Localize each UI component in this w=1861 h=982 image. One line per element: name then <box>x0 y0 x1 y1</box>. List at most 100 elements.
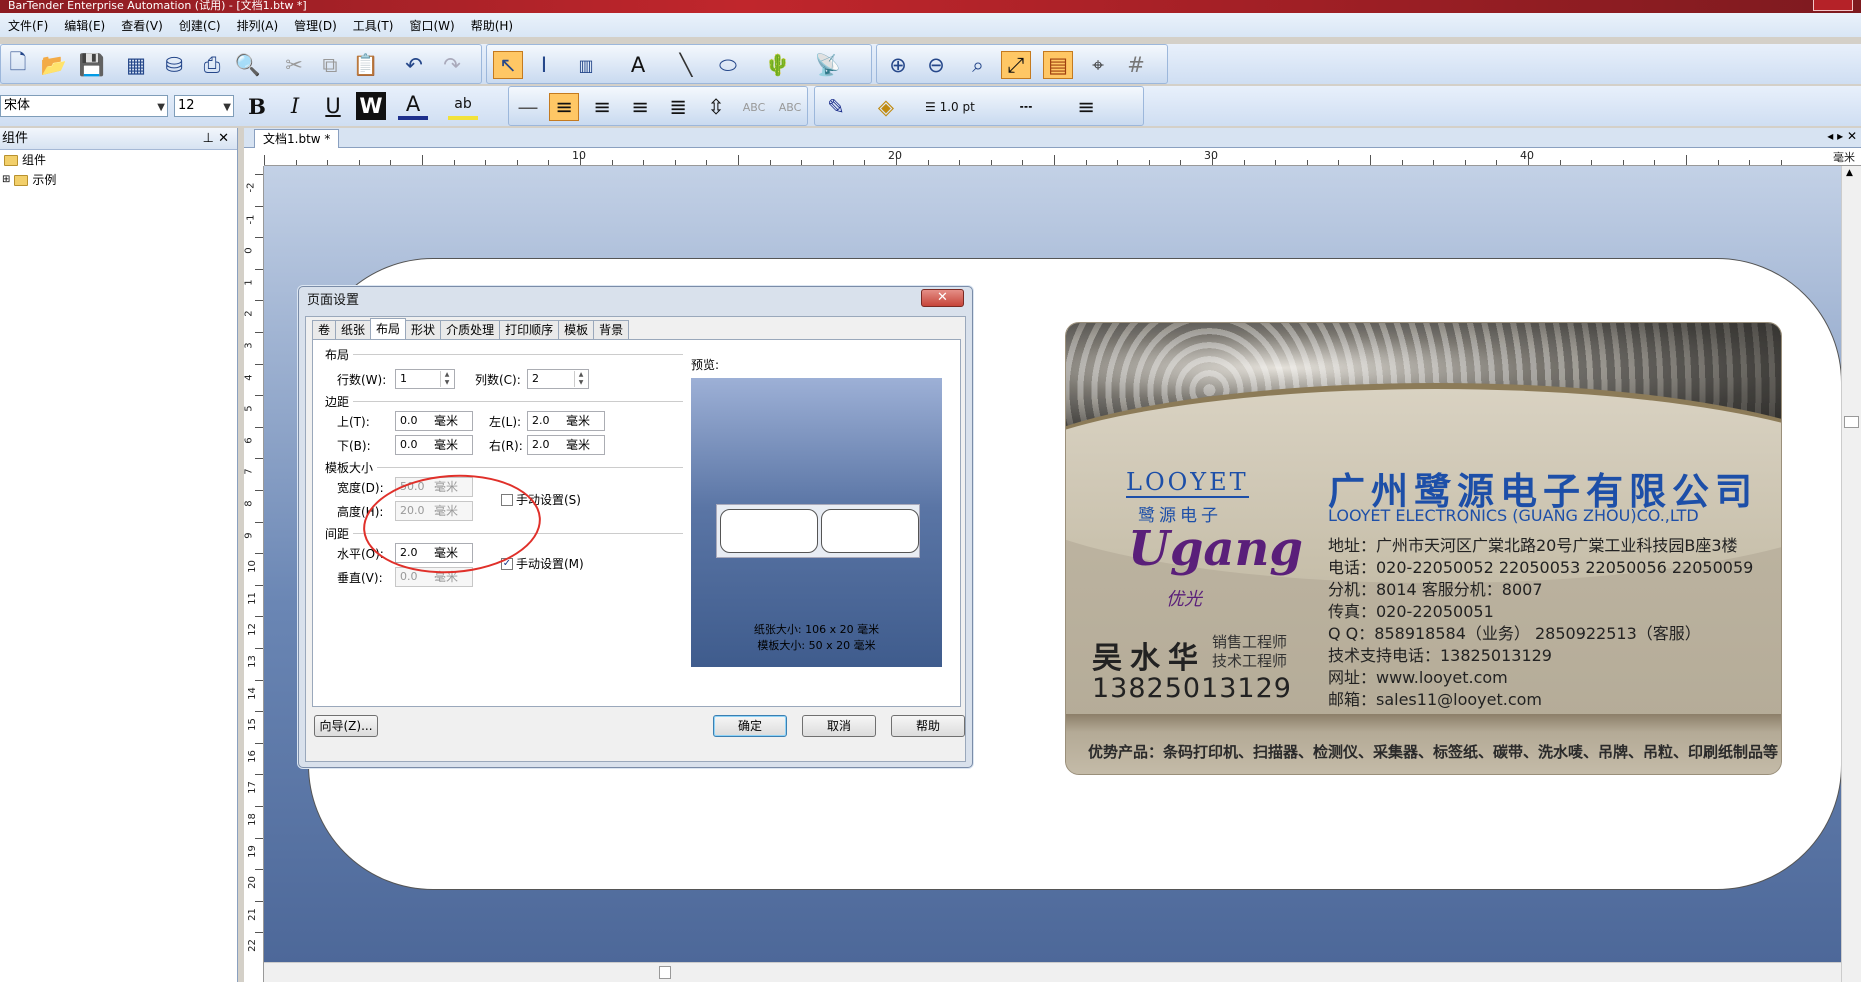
text-arc-down-icon[interactable]: ABC <box>775 93 805 121</box>
fit-page-icon[interactable]: ⤢ <box>1001 51 1031 79</box>
tab-media[interactable]: 介质处理 <box>440 320 501 339</box>
menu-create[interactable]: 创建(C) <box>171 17 229 34</box>
align-center-icon[interactable]: ≡ <box>587 93 617 121</box>
menu-help[interactable]: 帮助(H) <box>463 17 521 34</box>
tab-paper[interactable]: 纸张 <box>335 320 372 339</box>
spinner-icon[interactable]: ▲ ▼ <box>440 371 453 387</box>
close-icon[interactable]: ✕ <box>921 289 964 307</box>
rows-input[interactable]: 1 ▲ ▼ <box>395 369 455 389</box>
address: 地址：广州市天河区广棠北路20号广棠工业科技园B座3楼 <box>1328 536 1738 555</box>
manual-spacing-checkbox[interactable]: ✓ 手动设置(M) <box>501 555 584 572</box>
redo-icon[interactable]: ↷ <box>437 51 467 79</box>
highlight-icon[interactable]: ab <box>448 92 478 120</box>
window-controls[interactable] <box>1813 0 1853 11</box>
zoom-window-icon[interactable]: ⌕ <box>963 51 993 79</box>
spinner-icon[interactable]: ▲ ▼ <box>574 371 587 387</box>
wizard-button[interactable]: 向导(Z)... <box>314 715 378 737</box>
tab-template[interactable]: 模板 <box>558 320 595 339</box>
menu-manage[interactable]: 管理(D) <box>286 17 345 34</box>
rfid-icon[interactable]: 📡 <box>813 51 843 79</box>
tab-shape[interactable]: 形状 <box>405 320 442 339</box>
line-color-icon[interactable]: ✎ <box>821 93 851 121</box>
cols-input[interactable]: 2 ▲ ▼ <box>527 369 589 389</box>
fit-text-icon[interactable]: ⇳ <box>701 93 731 121</box>
line-end-icon[interactable]: ≡ <box>1071 93 1101 121</box>
bottom-margin-input[interactable]: 0.0 毫米 <box>395 435 473 455</box>
tab-print-order[interactable]: 打印顺序 <box>499 320 560 339</box>
print-icon[interactable]: ⎙ <box>197 51 227 79</box>
font-size-select[interactable]: 12 ▼ <box>174 95 234 117</box>
undo-icon[interactable]: ↶ <box>399 51 429 79</box>
ruler-tick <box>453 160 455 165</box>
align-icon[interactable]: ⌖ <box>1083 51 1113 79</box>
tab-document1[interactable]: 文档1.btw * <box>254 129 340 148</box>
tree-item-examples[interactable]: ⊞ 示例 <box>0 170 237 190</box>
cancel-button[interactable]: 取消 <box>802 715 876 737</box>
reverse-text-icon[interactable]: W <box>356 92 386 120</box>
new-file-icon[interactable]: 🗋 <box>3 50 33 79</box>
right-margin-label: 右(R): <box>489 439 523 453</box>
picture-tool-icon[interactable]: 🌵 <box>763 51 793 79</box>
divider-line-icon[interactable]: — <box>513 93 543 121</box>
tab-layout[interactable]: 布局 <box>370 318 407 339</box>
justify-icon[interactable]: ≣ <box>663 93 693 121</box>
zoom-out-icon[interactable]: ⊖ <box>921 51 951 79</box>
select-arrow-icon[interactable]: ↖ <box>493 51 523 79</box>
line-width-select[interactable]: ☰ 1.0 pt <box>925 93 995 121</box>
grid-icon[interactable]: # <box>1121 51 1151 79</box>
text-cursor-icon[interactable]: I <box>529 51 559 79</box>
page-layout-icon[interactable]: ▤ <box>1043 51 1073 79</box>
zoom-in-icon[interactable]: ⊕ <box>883 51 913 79</box>
save-icon[interactable]: 💾 <box>77 51 107 79</box>
cut-icon[interactable]: ✂ <box>279 51 309 79</box>
copy-icon[interactable]: ⧉ <box>315 51 345 79</box>
shape-tool-icon[interactable]: ⬭ <box>713 51 743 79</box>
left-margin-input[interactable]: 2.0 毫米 <box>527 411 605 431</box>
scroll-up-icon[interactable]: ▲ <box>1846 168 1853 178</box>
group-line <box>353 401 683 402</box>
table-icon[interactable]: ▦ <box>121 51 151 79</box>
database-icon[interactable]: ⛁ <box>159 51 189 79</box>
menu-tools[interactable]: 工具(T) <box>345 17 402 34</box>
tab-nav-icons[interactable]: ◂ ▸ ✕ <box>1827 129 1857 143</box>
open-folder-icon[interactable]: 📂 <box>39 51 69 79</box>
horizontal-scrollbar[interactable] <box>264 962 1841 982</box>
paste-icon[interactable]: 📋 <box>351 51 381 79</box>
align-right-icon[interactable]: ≡ <box>625 93 655 121</box>
align-left-icon[interactable]: ≡ <box>549 93 579 121</box>
vertical-scrollbar[interactable]: ▲ <box>1841 166 1861 982</box>
bold-icon[interactable]: B <box>242 92 272 120</box>
business-card-image[interactable]: LOOYET 鹭源电子 Ugang 优光 广州鹭源电子有限公司 LOOYET E… <box>1065 322 1782 775</box>
fill-color-icon[interactable]: ◈ <box>871 93 901 121</box>
menu-arrange[interactable]: 排列(A) <box>229 17 287 34</box>
menu-view[interactable]: 查看(V) <box>113 17 171 34</box>
bottom-margin-value: 0.0 <box>400 438 418 451</box>
folder-icon <box>14 174 29 186</box>
menu-edit[interactable]: 编辑(E) <box>56 17 113 34</box>
underline-icon[interactable]: U <box>318 92 348 120</box>
panel-pin-close-icons[interactable]: ⊥ ✕ <box>203 128 229 149</box>
tab-background[interactable]: 背景 <box>593 320 630 339</box>
menu-file[interactable]: 文件(F) <box>0 17 56 34</box>
line-style-icon[interactable]: ┄ <box>1011 93 1041 121</box>
ruler-tick <box>516 160 518 165</box>
text-arc-up-icon[interactable]: ABC <box>739 93 769 121</box>
tree-item-components[interactable]: 组件 <box>0 150 237 170</box>
expand-icon[interactable]: ⊞ <box>2 170 10 190</box>
right-margin-input[interactable]: 2.0 毫米 <box>527 435 605 455</box>
top-margin-input[interactable]: 0.0 毫米 <box>395 411 473 431</box>
ok-button[interactable]: 确定 <box>713 715 787 737</box>
tab-roll[interactable]: 卷 <box>312 320 337 339</box>
text-tool-icon[interactable]: A <box>623 51 653 79</box>
scroll-thumb[interactable] <box>659 966 671 979</box>
font-color-icon[interactable]: A <box>398 92 428 120</box>
barcode-icon[interactable]: ▥ <box>571 51 601 79</box>
font-family-select[interactable]: 宋体 ▼ <box>0 95 168 117</box>
line-tool-icon[interactable]: ╲ <box>671 51 701 79</box>
italic-icon[interactable]: I <box>280 92 310 120</box>
help-button[interactable]: 帮助 <box>891 715 965 737</box>
ruler-tick <box>927 160 929 165</box>
scroll-thumb[interactable] <box>1844 416 1859 428</box>
print-preview-icon[interactable]: 🔍 <box>233 51 263 79</box>
menu-window[interactable]: 窗口(W) <box>401 17 462 34</box>
